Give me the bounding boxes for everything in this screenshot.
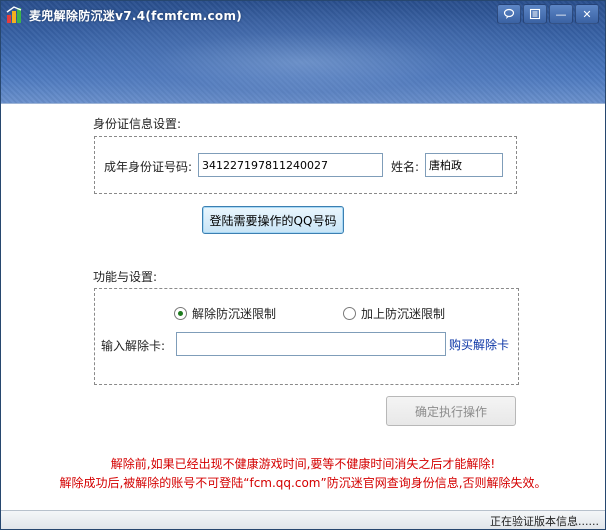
execute-button[interactable]: 确定执行操作 xyxy=(386,396,516,426)
feedback-button[interactable] xyxy=(497,4,521,24)
login-qq-button[interactable]: 登陆需要操作的QQ号码 xyxy=(202,206,344,234)
app-logo-icon xyxy=(6,6,24,24)
unlock-card-input[interactable] xyxy=(176,332,446,356)
title-banner: 麦兜解除防沉迷v7.4(fcmfcm.com) — ✕ xyxy=(1,1,605,104)
status-bar: 正在验证版本信息...... xyxy=(1,510,605,529)
func-section-title: 功能与设置: xyxy=(93,270,158,284)
minimize-button[interactable]: — xyxy=(549,4,573,24)
radio-add-label: 加上防沉迷限制 xyxy=(361,307,446,321)
radio-remove-label: 解除防沉迷限制 xyxy=(192,307,277,321)
name-input[interactable] xyxy=(425,153,503,177)
window-title: 麦兜解除防沉迷v7.4(fcmfcm.com) xyxy=(29,9,243,23)
minimize-icon: — xyxy=(555,7,567,21)
feedback-icon xyxy=(503,8,515,20)
id-number-label: 成年身份证号码: xyxy=(104,160,193,174)
close-button[interactable]: ✕ xyxy=(575,4,599,24)
radio-unchecked-icon xyxy=(343,307,356,320)
radio-checked-icon xyxy=(174,307,187,320)
main-window: 麦兜解除防沉迷v7.4(fcmfcm.com) — ✕ 身份证信息设置: 成年身… xyxy=(0,0,606,530)
menu-button[interactable] xyxy=(523,4,547,24)
unlock-card-label: 输入解除卡: xyxy=(101,339,166,353)
window-controls: — ✕ xyxy=(497,4,599,24)
name-label: 姓名: xyxy=(391,160,420,174)
radio-remove-limit[interactable]: 解除防沉迷限制 xyxy=(174,305,276,322)
radio-add-limit[interactable]: 加上防沉迷限制 xyxy=(343,305,445,322)
id-number-input[interactable] xyxy=(198,153,383,177)
menu-icon xyxy=(529,8,541,20)
close-icon: ✕ xyxy=(582,7,592,21)
id-section-title: 身份证信息设置: xyxy=(93,117,182,131)
warning-line-1: 解除前,如果已经出现不健康游戏时间,要等不健康时间消失之后才能解除! xyxy=(110,457,496,471)
warning-line-2: 解除成功后,被解除的账号不可登陆“fcm.qq.com”防沉迷官网查询身份信息,… xyxy=(59,476,547,490)
status-text: 正在验证版本信息...... xyxy=(490,515,599,528)
buy-card-link[interactable]: 购买解除卡 xyxy=(449,336,509,353)
